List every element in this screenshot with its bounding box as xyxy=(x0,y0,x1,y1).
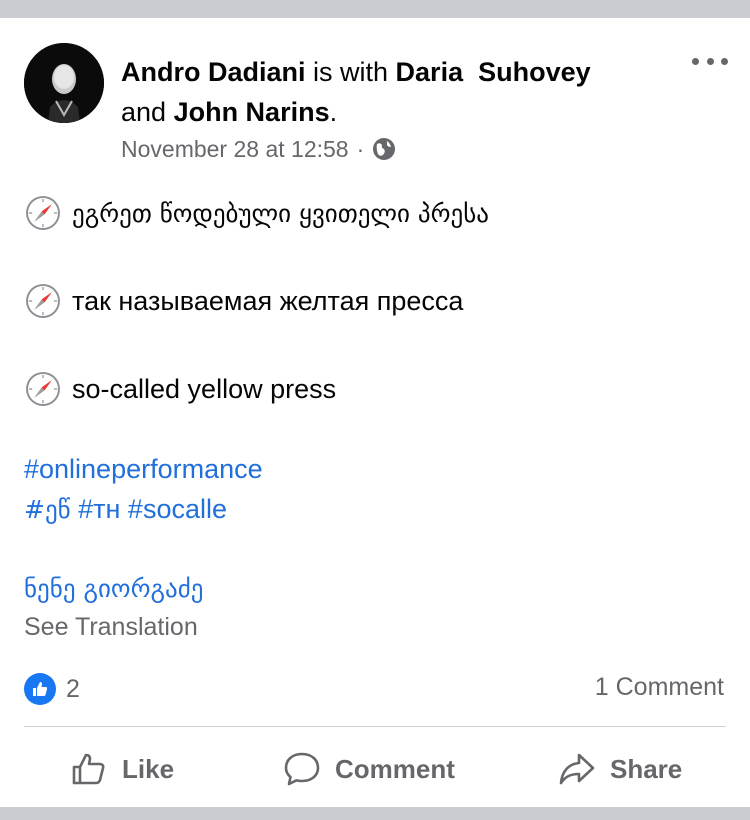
post-text-line: ეგრეთ წოდებული ყვითელი პრესა xyxy=(72,198,489,228)
likes-count: 2 xyxy=(66,674,80,703)
compass-icon xyxy=(26,196,60,230)
post-text-line: so-called yellow press xyxy=(72,373,337,404)
post-card: Andro Dadiani is with Daria Suhovey and … xyxy=(0,18,750,807)
more-options-icon[interactable] xyxy=(690,46,730,76)
post-line-russian: так называемая желтая пресса xyxy=(24,282,463,320)
divider xyxy=(24,726,726,727)
comment-button[interactable]: Comment xyxy=(283,746,455,792)
hashtag-link[interactable]: #тн xyxy=(78,494,120,524)
timestamp[interactable]: November 28 at 12:58 xyxy=(121,132,349,166)
globe-icon[interactable] xyxy=(372,137,396,161)
author-name[interactable]: Andro Dadiani xyxy=(121,57,306,87)
hashtag-link[interactable]: #socalle xyxy=(128,494,227,524)
thumbs-up-icon xyxy=(72,753,105,785)
like-label: Like xyxy=(122,753,175,784)
compass-icon xyxy=(26,372,60,406)
post-line-georgian: ეგრეთ წოდებული ყვითელი პრესა xyxy=(24,194,489,232)
reaction-summary[interactable]: 2 xyxy=(24,673,80,705)
like-button[interactable]: Like xyxy=(70,746,174,792)
meta-separator: · xyxy=(356,136,365,162)
hashtag-link[interactable]: #onlineperformance xyxy=(24,454,263,484)
avatar[interactable] xyxy=(24,43,104,123)
and-text: and xyxy=(121,97,174,127)
hashtag-row: #onlineperformance xyxy=(24,454,263,485)
hashtag-link[interactable]: #ეწ xyxy=(24,495,71,524)
like-reaction-icon xyxy=(24,673,56,705)
with-text: is with xyxy=(305,57,396,87)
post-line-english: so-called yellow press xyxy=(24,370,336,408)
post-header: Andro Dadiani is with Daria Suhovey and … xyxy=(121,52,681,132)
comment-label: Comment xyxy=(335,753,455,784)
action-bar: Like Comment Share xyxy=(0,746,750,792)
hashtag-row: #ეწ #тн #socalle xyxy=(24,494,227,525)
tagged-person-2[interactable]: John Narins xyxy=(174,97,330,127)
share-icon xyxy=(559,753,595,785)
share-button[interactable]: Share xyxy=(558,746,682,792)
period: . xyxy=(329,97,338,127)
comments-count[interactable]: 1 Comment xyxy=(595,673,724,702)
see-translation-link[interactable]: See Translation xyxy=(24,613,198,642)
post-text-line: так называемая желтая пресса xyxy=(72,285,464,316)
post-meta: November 28 at 12:58 · xyxy=(121,132,396,166)
profile-link[interactable]: ნენე გიორგაძე xyxy=(24,574,203,603)
comment-icon xyxy=(284,752,320,786)
share-label: Share xyxy=(610,753,683,784)
tagged-person-1[interactable]: Daria Suhovey xyxy=(396,57,591,87)
compass-icon xyxy=(26,284,60,318)
